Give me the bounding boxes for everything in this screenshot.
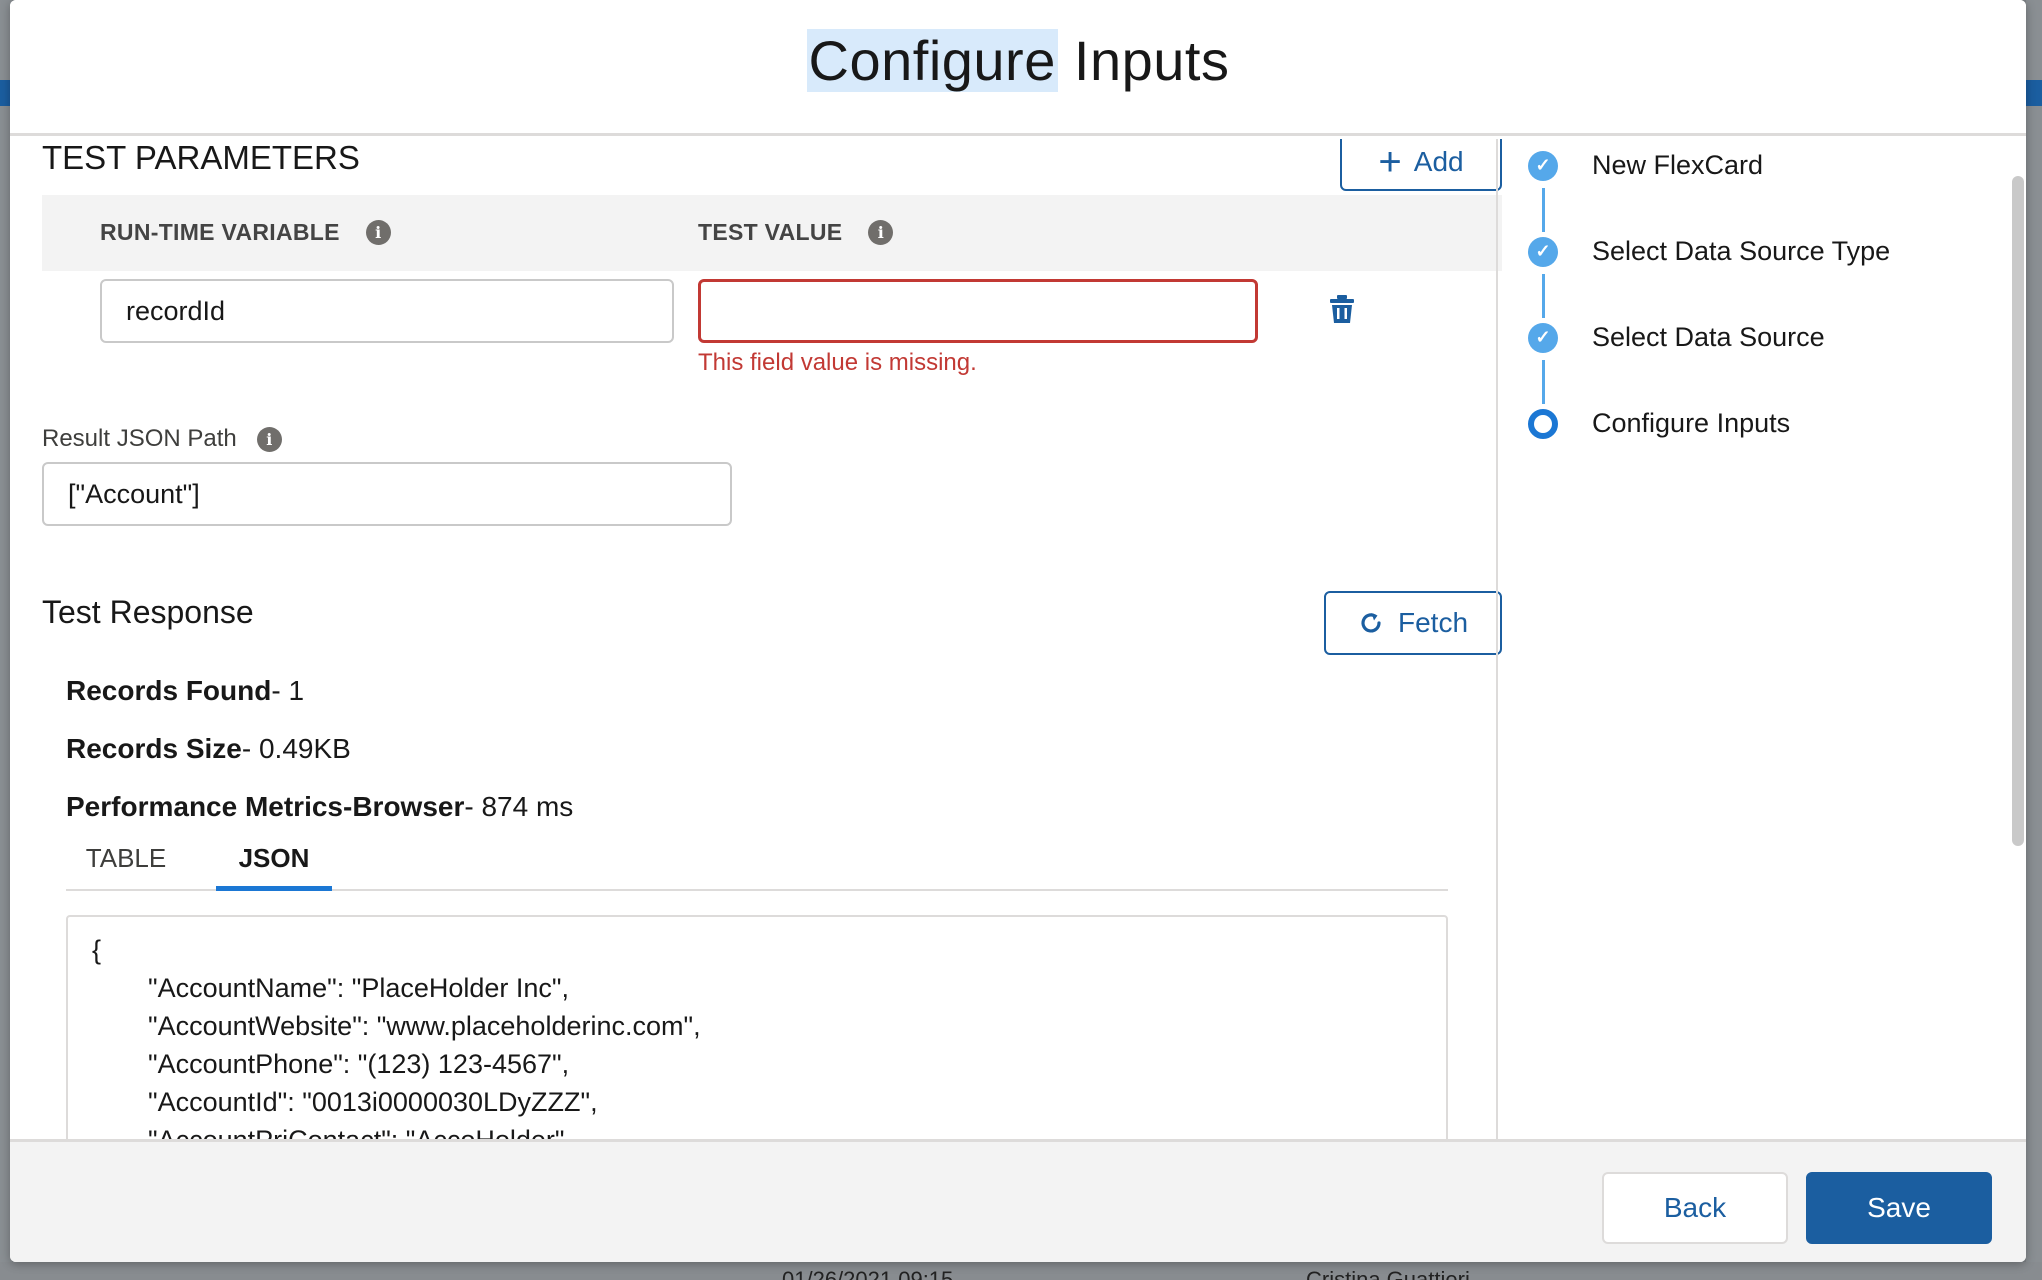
records-size-metric: Records Size- 0.49KB <box>66 733 351 765</box>
scrollbar[interactable] <box>2012 176 2024 846</box>
fetch-button[interactable]: Fetch <box>1324 591 1502 655</box>
configuration-pane: TEST PARAMETERS + Add RUN-TIME VARIABLE … <box>42 139 1502 1139</box>
json-line: "AccountId": "0013i0000030LDyZZZ", <box>148 1087 598 1117</box>
progress-steps-pane: ✓ New FlexCard ✓ Select Data Source Type… <box>1496 139 2010 1139</box>
step-new-flexcard: ✓ New FlexCard <box>1528 150 1763 181</box>
step-configure-inputs: Configure Inputs <box>1528 408 1790 439</box>
save-button[interactable]: Save <box>1806 1172 1992 1244</box>
test-value-header-label: TEST VALUE <box>698 219 843 245</box>
checkmark-icon: ✓ <box>1528 150 1558 181</box>
step-connector <box>1542 274 1545 318</box>
modal-title-rest: Inputs <box>1057 29 1230 92</box>
delete-parameter-trash-icon[interactable] <box>1330 295 1354 323</box>
backdrop-date-text: 01/26/2021 09:15 <box>782 1267 954 1280</box>
json-line: "AccountPriContact": "AccoHolder", <box>92 1121 1422 1139</box>
step-label: New FlexCard <box>1592 150 1764 180</box>
modal-content: TEST PARAMETERS + Add RUN-TIME VARIABLE … <box>10 139 2026 1139</box>
step-connector <box>1542 188 1545 232</box>
json-line: { <box>92 935 102 965</box>
tab-table[interactable]: TABLE <box>66 837 186 891</box>
step-label: Select Data Source <box>1592 322 1825 352</box>
backdrop-right-strip <box>2026 0 2042 1280</box>
result-json-path-input[interactable]: ["Account"] <box>42 462 732 526</box>
test-value-error-message: This field value is missing. <box>698 349 977 376</box>
response-tabs: TABLE JSON <box>66 837 1448 891</box>
json-line: "AccountWebsite": "www.placeholderinc.co… <box>148 1011 701 1041</box>
modal-title-highlighted: Configure <box>806 29 1058 92</box>
result-json-path-label-text: Result JSON Path <box>42 425 237 452</box>
records-found-metric: Records Found- 1 <box>66 675 304 707</box>
back-button[interactable]: Back <box>1602 1172 1788 1244</box>
json-response-viewer[interactable]: { "AccountName": "PlaceHolder Inc", "Acc… <box>66 915 1448 1139</box>
json-line: "AccountPhone": "(123) 123-4567", <box>148 1049 570 1079</box>
metric-label: Records Size <box>66 733 242 764</box>
tab-json[interactable]: JSON <box>216 837 332 891</box>
current-step-icon <box>1528 408 1558 439</box>
backdrop-right-header-band <box>2026 80 2042 106</box>
plus-icon: + <box>1378 140 1402 184</box>
checkmark-icon: ✓ <box>1528 322 1558 353</box>
result-json-path-value: ["Account"] <box>68 478 200 509</box>
runtime-variable-input[interactable]: recordId <box>100 279 674 343</box>
test-parameters-title: TEST PARAMETERS <box>42 139 360 176</box>
add-parameter-label: Add <box>1413 146 1464 177</box>
step-select-data-source-type: ✓ Select Data Source Type <box>1528 236 1890 267</box>
modal-title: Configure Inputs <box>10 28 2026 93</box>
info-icon[interactable]: i <box>365 220 391 245</box>
configure-inputs-modal: Configure Inputs TEST PARAMETERS + Add R… <box>10 0 2026 1262</box>
runtime-variable-header: RUN-TIME VARIABLE i <box>100 219 391 246</box>
refresh-icon <box>1361 613 1381 633</box>
step-connector <box>1542 360 1545 404</box>
backdrop-bottom-row <box>0 1262 2042 1280</box>
json-line: "AccountName": "PlaceHolder Inc", <box>148 973 570 1003</box>
modal-header: Configure Inputs <box>10 0 2026 136</box>
runtime-variable-header-label: RUN-TIME VARIABLE <box>100 219 340 245</box>
metric-label: Records Found <box>66 675 272 706</box>
test-value-input[interactable] <box>698 279 1258 343</box>
parameters-table-header: RUN-TIME VARIABLE i TEST VALUE i <box>42 195 1502 271</box>
test-value-header: TEST VALUE i <box>698 219 894 246</box>
modal-footer: Back Save <box>10 1139 2026 1262</box>
test-response-title: Test Response <box>42 594 254 630</box>
info-icon[interactable]: i <box>256 426 282 452</box>
backdrop-owner-text: Cristina Guattieri <box>1306 1267 1470 1280</box>
metric-label: Performance Metrics-Browser <box>66 791 465 822</box>
step-label: Configure Inputs <box>1592 408 1791 438</box>
checkmark-icon: ✓ <box>1528 236 1558 267</box>
performance-metric: Performance Metrics-Browser- 874 ms <box>66 791 573 823</box>
fetch-label: Fetch <box>1397 607 1469 638</box>
add-parameter-button[interactable]: + Add <box>1340 139 1502 191</box>
result-json-path-label: Result JSON Path i <box>42 425 282 453</box>
metric-value: - 874 ms <box>464 791 574 822</box>
info-icon[interactable]: i <box>868 220 894 245</box>
step-label: Select Data Source Type <box>1592 236 1891 266</box>
metric-value: - 1 <box>271 675 305 706</box>
metric-value: - 0.49KB <box>241 733 351 764</box>
step-select-data-source: ✓ Select Data Source <box>1528 322 1825 353</box>
runtime-variable-value: recordId <box>126 295 226 326</box>
